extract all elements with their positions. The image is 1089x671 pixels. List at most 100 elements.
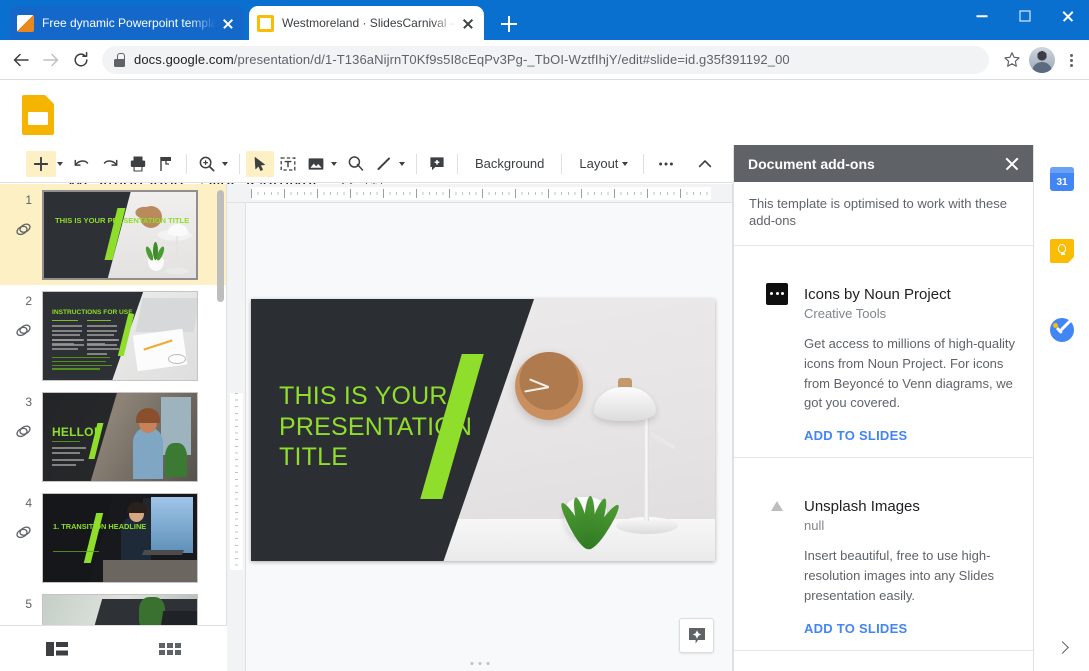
tab-close-icon[interactable] — [460, 15, 476, 31]
addons-panel-header: Document add-ons — [734, 145, 1033, 182]
layout-button[interactable]: Layout — [568, 151, 637, 177]
url-text: docs.google.com/presentation/d/1-T136aNi… — [134, 52, 790, 67]
explore-button[interactable] — [679, 618, 714, 653]
url-input[interactable]: docs.google.com/presentation/d/1-T136aNi… — [102, 46, 989, 74]
profile-avatar[interactable] — [1029, 47, 1055, 73]
star-icon[interactable] — [997, 45, 1027, 75]
browser-tab-1[interactable]: Free dynamic Powerpoint templa — [9, 6, 244, 40]
google-slides-logo[interactable] — [22, 95, 54, 135]
addons-panel-title: Document add-ons — [748, 156, 1003, 172]
chevron-right-icon — [1056, 641, 1069, 654]
slide-number: 2 — [12, 294, 32, 308]
lock-icon — [114, 53, 125, 67]
noun-project-icon — [766, 283, 788, 305]
background-button[interactable]: Background — [464, 151, 555, 177]
google-tasks-icon[interactable] — [1050, 318, 1074, 342]
zoom-button[interactable] — [193, 151, 221, 177]
new-tab-button[interactable] — [496, 11, 522, 37]
slide-thumbnail[interactable]: THIS IS YOUR PRESENTATION TITLE — [42, 190, 198, 280]
url-path: /presentation/d/1-T136aNijrnT0Kf9s5I8cEq… — [234, 52, 790, 67]
shape-tool[interactable] — [342, 151, 370, 177]
linked-slide-icon — [14, 220, 33, 244]
text-box-tool[interactable] — [274, 151, 302, 177]
tab-close-icon[interactable] — [220, 15, 236, 31]
window-controls — [960, 0, 1089, 40]
filmstrip-slide-3[interactable]: 3 HELLO! — [0, 386, 226, 487]
filmstrip-slide-4[interactable]: 4 1. TRANSITION HEADLINE — [0, 487, 226, 588]
slide-thumbnail[interactable]: INSTRUCTIONS FOR USE — [42, 291, 198, 381]
back-arrow-icon[interactable] — [6, 45, 36, 75]
redo-button[interactable] — [96, 151, 124, 177]
maximize-icon[interactable] — [1003, 0, 1046, 32]
slide-thumb-title: INSTRUCTIONS FOR USE — [52, 309, 133, 317]
browser-omnibox-bar: docs.google.com/presentation/d/1-T136aNi… — [0, 40, 1089, 80]
undo-button[interactable] — [68, 151, 96, 177]
filmstrip-view-icon[interactable] — [0, 640, 113, 658]
browser-tab-2[interactable]: Westmoreland · SlidesCarnival - G — [249, 6, 484, 40]
slide-canvas-area[interactable]: THIS IS YOUR PRESENTATION TITLE — [227, 184, 733, 671]
three-dot-menu-icon[interactable] — [1057, 45, 1085, 75]
collapse-toolbar-button[interactable] — [691, 151, 719, 177]
toolbar-divider — [643, 154, 644, 174]
filmstrip-slide-1[interactable]: 1 THIS IS YOUR PRESENTATION TI — [0, 184, 226, 285]
image-icon[interactable] — [302, 151, 330, 177]
layout-label: Layout — [568, 156, 621, 171]
expand-side-panel-button[interactable] — [1034, 623, 1089, 671]
lamp-arm — [644, 417, 649, 521]
google-keep-icon[interactable] — [1050, 239, 1074, 263]
close-icon[interactable] — [1046, 0, 1089, 32]
filmstrip-view-toolbar — [0, 625, 227, 671]
slide-thumbnail[interactable] — [42, 594, 198, 625]
toolbar-divider — [561, 154, 562, 174]
addon-name: Icons by Noun Project — [804, 285, 1019, 305]
reload-icon[interactable] — [66, 45, 96, 75]
forward-arrow-icon[interactable] — [36, 45, 66, 75]
slide-thumb-title: THIS IS YOUR PRESENTATION TITLE — [55, 217, 189, 226]
addon-description: Get access to millions of high-quality i… — [804, 334, 1019, 413]
addon-vendor: Creative Tools — [804, 306, 1019, 321]
slides-toolbar: Background Layout — [0, 145, 733, 183]
slide-thumbnail[interactable]: 1. TRANSITION HEADLINE — [42, 493, 198, 583]
more-options-button[interactable] — [650, 151, 682, 177]
print-button[interactable] — [124, 151, 152, 177]
browser-tab-2-title: Westmoreland · SlidesCarnival - G — [282, 15, 456, 31]
toolbar-divider — [186, 154, 187, 174]
slide-title-text[interactable]: THIS IS YOUR PRESENTATION TITLE — [279, 381, 472, 473]
document-addons-panel: Document add-ons This template is optimi… — [733, 145, 1033, 671]
addon-card-noun-project[interactable]: Icons by Noun Project Creative Tools Get… — [734, 246, 1033, 458]
linked-slide-icon — [14, 422, 33, 446]
addons-panel-subtitle: This template is optimised to work with … — [734, 182, 1033, 246]
horizontal-ruler[interactable] — [227, 184, 732, 203]
browser-tab-bar: Free dynamic Powerpoint templa Westmorel… — [0, 0, 1089, 40]
toolbar-divider — [416, 154, 417, 174]
google-apps-side-rail: 31 — [1033, 145, 1089, 671]
line-tool[interactable] — [370, 151, 398, 177]
filmstrip-slide-5[interactable]: 5 — [0, 588, 226, 625]
browser-tab-1-title: Free dynamic Powerpoint templa — [42, 15, 216, 31]
addon-card-unsplash[interactable]: Unsplash Images null Insert beautiful, f… — [734, 458, 1033, 651]
line-dropdown-icon[interactable] — [399, 162, 405, 166]
vertical-ruler[interactable] — [227, 203, 246, 671]
slide-filmstrip[interactable]: 1 THIS IS YOUR PRESENTATION TI — [0, 184, 227, 625]
add-to-slides-button[interactable]: ADD TO SLIDES — [804, 428, 1019, 443]
slides-app-header: Westmoreland · SlidesCarnival File Edit … — [0, 81, 1089, 145]
close-icon[interactable] — [1003, 155, 1021, 173]
new-slide-button[interactable] — [26, 151, 56, 177]
google-slides-icon — [257, 15, 274, 32]
zoom-dropdown-icon[interactable] — [222, 162, 228, 166]
slide-thumbnail[interactable]: HELLO! — [42, 392, 198, 482]
grid-view-icon[interactable] — [113, 640, 226, 658]
add-comment-icon[interactable] — [423, 151, 451, 177]
current-slide[interactable]: THIS IS YOUR PRESENTATION TITLE — [251, 299, 715, 561]
slide-number: 3 — [12, 395, 32, 409]
canvas-resize-handle[interactable] — [470, 662, 489, 665]
select-tool[interactable] — [246, 151, 274, 177]
image-dropdown-icon[interactable] — [331, 162, 337, 166]
google-calendar-icon[interactable]: 31 — [1050, 167, 1074, 191]
add-to-slides-button[interactable]: ADD TO SLIDES — [804, 621, 1019, 636]
slide-number: 1 — [12, 193, 32, 207]
minimize-icon[interactable] — [960, 0, 1003, 32]
paint-format-button[interactable] — [152, 151, 180, 177]
new-slide-dropdown-icon[interactable] — [57, 162, 63, 166]
filmstrip-slide-2[interactable]: 2 INSTRUCTIONS FOR USE — [0, 285, 226, 386]
